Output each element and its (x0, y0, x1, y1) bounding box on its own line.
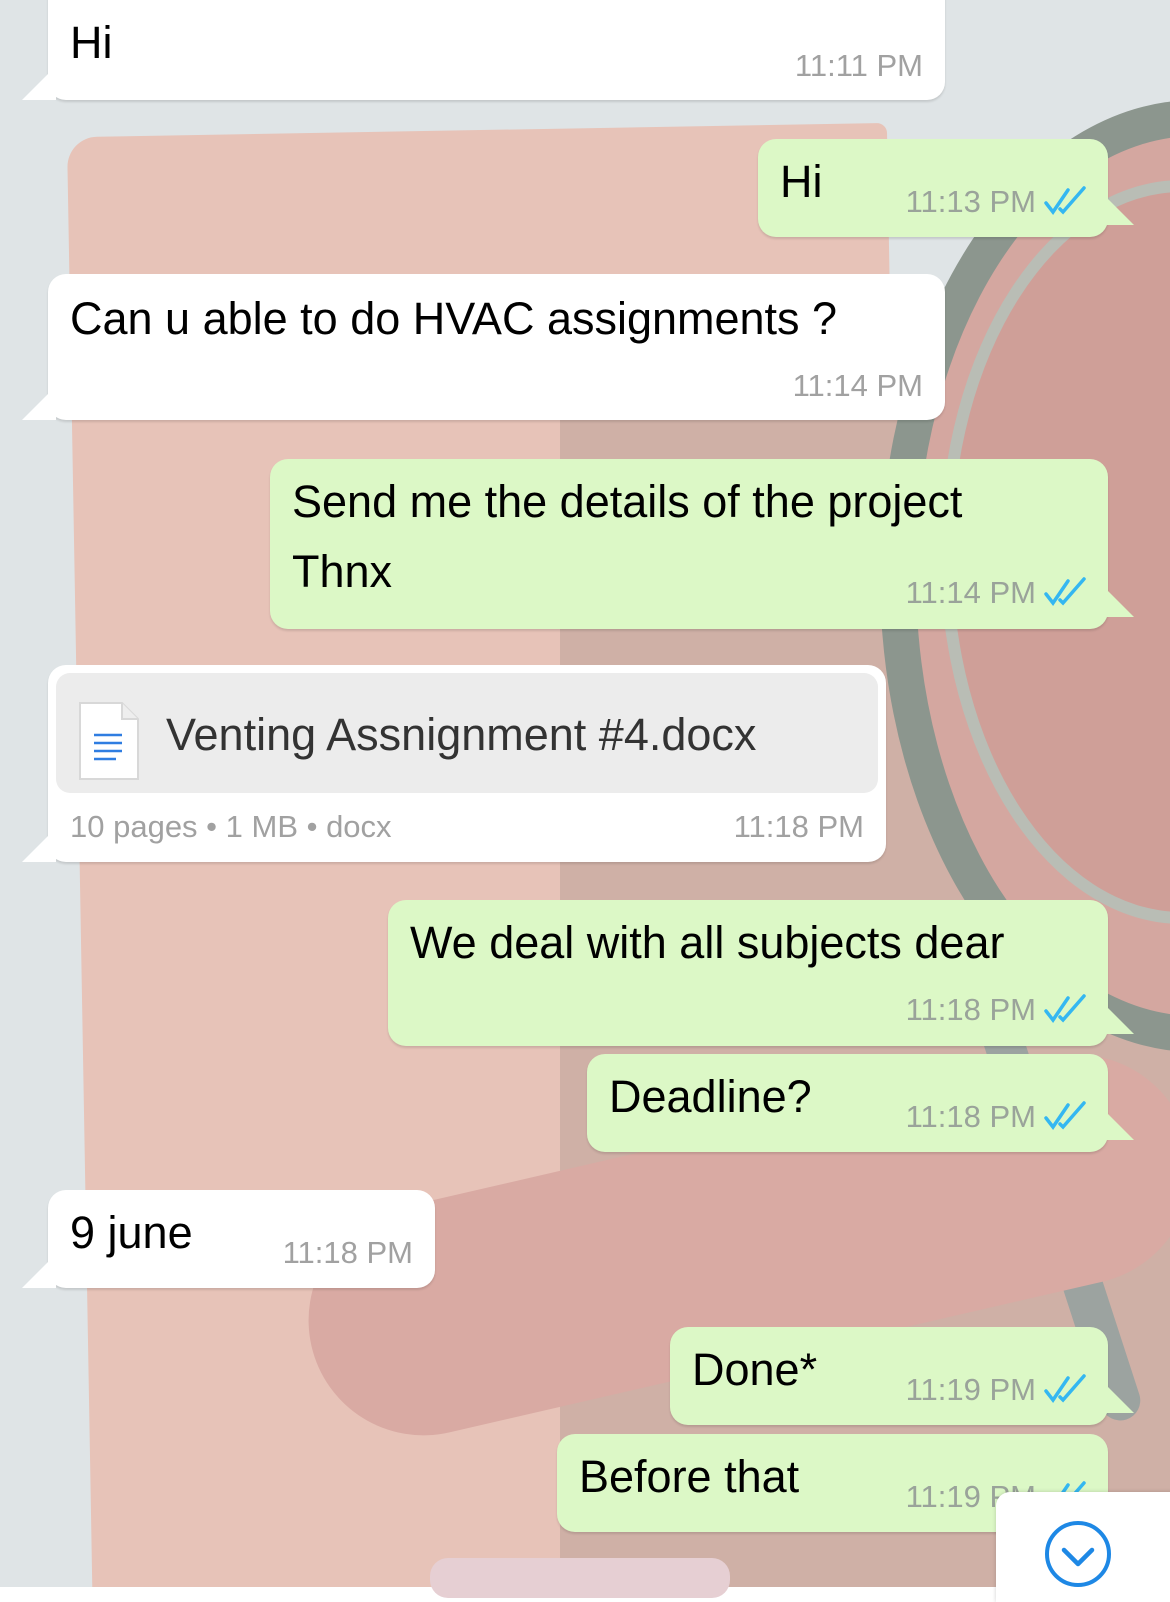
message-text: 9 june (70, 1207, 193, 1258)
message-text: Hi (70, 17, 113, 68)
message-text: We deal with all subjects dear (410, 917, 1005, 968)
message-bubble-outgoing[interactable]: Send me the details of the project Thnx … (270, 459, 1134, 629)
message-text: Deadline? (609, 1071, 812, 1122)
message-bubble-incoming[interactable]: 9 june 11:18 PM (22, 1190, 435, 1288)
message-text: Hi (780, 156, 823, 207)
message-time: 11:14 PM (905, 575, 1036, 610)
double-check-icon (1044, 1374, 1086, 1403)
message-time: 11:18 PM (282, 1235, 413, 1270)
message-bubble-outgoing[interactable]: Hi 11:13 PM (758, 139, 1134, 237)
message-bubble-outgoing[interactable]: We deal with all subjects dear 11:18 PM (388, 900, 1134, 1046)
scroll-to-bottom-button[interactable] (996, 1492, 1170, 1602)
partial-message-bubble (430, 1558, 730, 1598)
double-check-icon (1044, 186, 1086, 215)
chevron-down-icon (1045, 1521, 1111, 1587)
message-time: 11:18 PM (905, 992, 1036, 1027)
double-check-icon (1044, 994, 1086, 1023)
document-file-name: Venting Assnignment #4.docx (166, 709, 757, 760)
message-bubble-outgoing[interactable]: Deadline? 11:18 PM (587, 1054, 1134, 1152)
double-check-icon (1044, 577, 1086, 606)
message-time: 11:18 PM (905, 1099, 1036, 1134)
message-time: 11:11 PM (794, 48, 923, 83)
message-bubble-incoming[interactable]: Hi 11:11 PM (22, 0, 945, 100)
document-meta: 10 pages • 1 MB • docx (70, 809, 392, 844)
message-text-line-2: Thnx (292, 546, 393, 597)
double-check-icon (1044, 1101, 1086, 1130)
message-time: 11:18 PM (733, 809, 864, 844)
document-icon (79, 702, 139, 780)
message-text: Can u able to do HVAC assignments ? (70, 293, 838, 344)
message-time: 11:13 PM (905, 184, 1036, 219)
message-bubble-document[interactable]: Venting Assnignment #4.docx 10 pages • 1… (22, 665, 886, 862)
message-text: Before that (579, 1451, 800, 1502)
message-time: 11:14 PM (792, 368, 923, 403)
message-time: 11:19 PM (905, 1372, 1036, 1407)
message-bubble-incoming[interactable]: Can u able to do HVAC assignments ? 11:1… (22, 274, 945, 420)
message-text: Done* (692, 1344, 818, 1395)
document-card[interactable]: Venting Assnignment #4.docx (56, 673, 878, 793)
message-bubble-outgoing[interactable]: Done* 11:19 PM (670, 1327, 1134, 1425)
message-text-line-1: Send me the details of the project (292, 476, 963, 527)
